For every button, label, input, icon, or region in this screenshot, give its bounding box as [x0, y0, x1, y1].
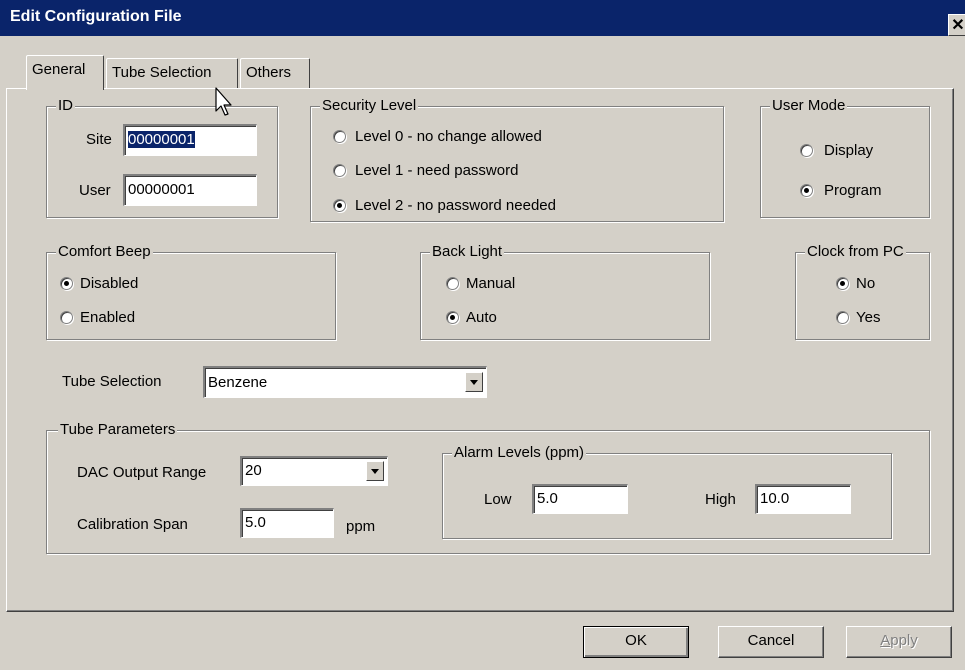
radio-enabled[interactable] — [60, 311, 73, 324]
tube-selection-value: Benzene — [208, 374, 268, 391]
tab-general-label: General — [32, 61, 86, 78]
tab-tube-selection-label: Tube Selection — [112, 64, 212, 81]
radio-level-0[interactable] — [333, 130, 346, 143]
tube-selection-label: Tube Selection — [62, 373, 162, 390]
radio-display[interactable] — [800, 144, 813, 157]
user-input[interactable]: 00000001 — [123, 174, 257, 206]
close-icon: ✕ — [951, 17, 965, 34]
window-title: Edit Configuration File — [10, 8, 182, 25]
user-mode-legend: User Mode — [770, 97, 848, 115]
back-light-group — [420, 252, 710, 340]
user-mode-display-label: Display — [824, 142, 874, 159]
radio-manual[interactable] — [446, 277, 459, 290]
id-group-legend: ID — [56, 97, 75, 115]
alarm-high-label: High — [705, 491, 736, 508]
alarm-high-value: 10.0 — [760, 490, 790, 507]
radio-no[interactable] — [836, 277, 849, 290]
comfort-beep-disabled-label: Disabled — [80, 275, 139, 292]
tube-parameters-legend: Tube Parameters — [58, 421, 178, 439]
security-level-1-label: Level 1 - need password — [355, 162, 519, 179]
user-mode-group — [760, 106, 930, 218]
calibration-span-input[interactable]: 5.0 — [240, 508, 334, 538]
back-light-legend: Back Light — [430, 243, 505, 261]
apply-button-label: pply — [890, 632, 918, 649]
clock-from-pc-legend: Clock from PC — [805, 243, 906, 261]
close-button[interactable]: ✕ — [948, 14, 965, 36]
clock-no-label: No — [856, 275, 876, 292]
radio-auto[interactable] — [446, 311, 459, 324]
dac-output-range-label: DAC Output Range — [77, 464, 207, 481]
mouse-cursor-icon — [215, 87, 232, 116]
chevron-down-icon[interactable] — [366, 461, 384, 481]
alarm-high-input[interactable]: 10.0 — [755, 484, 851, 514]
radio-program[interactable] — [800, 184, 813, 197]
user-value: 00000001 — [128, 181, 195, 198]
site-input[interactable]: 00000001 — [123, 124, 257, 156]
tab-tube-selection[interactable]: Tube Selection — [106, 58, 238, 88]
alarm-levels-legend: Alarm Levels (ppm) — [452, 444, 587, 462]
back-light-manual-label: Manual — [466, 275, 516, 292]
alarm-low-input[interactable]: 5.0 — [532, 484, 628, 514]
security-level-legend: Security Level — [320, 97, 419, 115]
clock-yes-label: Yes — [856, 309, 881, 326]
back-light-auto-label: Auto — [466, 309, 497, 326]
tab-general[interactable]: General — [26, 55, 104, 90]
radio-disabled[interactable] — [60, 277, 73, 290]
security-level-0-label: Level 0 - no change allowed — [355, 128, 542, 145]
tab-others-label: Others — [246, 64, 292, 81]
alarm-low-label: Low — [484, 491, 512, 508]
calibration-span-value: 5.0 — [245, 514, 266, 531]
tab-others[interactable]: Others — [240, 58, 310, 88]
security-level-2-label: Level 2 - no password needed — [355, 197, 556, 214]
user-mode-program-label: Program — [824, 182, 882, 199]
site-value: 00000001 — [128, 131, 195, 148]
ok-button-label: OK — [625, 632, 647, 649]
tube-selection-combo[interactable]: Benzene — [203, 366, 487, 398]
calibration-span-label: Calibration Span — [77, 516, 188, 533]
site-label: Site — [86, 131, 112, 148]
radio-yes[interactable] — [836, 311, 849, 324]
calibration-span-unit: ppm — [346, 518, 376, 535]
comfort-beep-enabled-label: Enabled — [80, 309, 136, 326]
comfort-beep-legend: Comfort Beep — [56, 243, 153, 261]
cancel-button-label: Cancel — [747, 632, 795, 649]
cancel-button[interactable]: Cancel — [718, 626, 824, 658]
chevron-down-icon[interactable] — [465, 372, 483, 392]
ok-button[interactable]: OK — [583, 626, 689, 658]
apply-button-mnemonic: A — [880, 632, 891, 649]
dac-output-range-combo[interactable]: 20 — [240, 456, 388, 486]
user-label: User — [79, 182, 111, 199]
dac-output-range-value: 20 — [245, 462, 262, 479]
radio-level-1[interactable] — [333, 164, 346, 177]
apply-button[interactable]: Apply — [846, 626, 952, 658]
radio-level-2[interactable] — [333, 199, 346, 212]
alarm-low-value: 5.0 — [537, 490, 558, 507]
